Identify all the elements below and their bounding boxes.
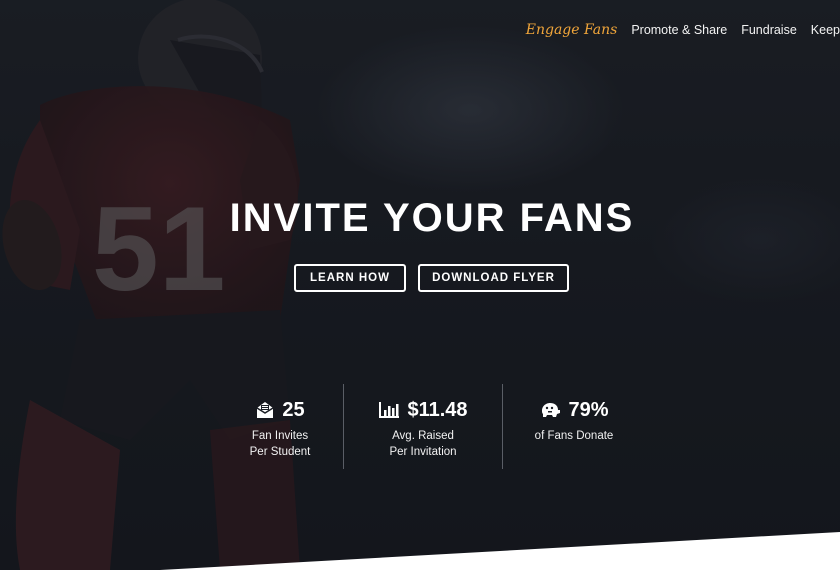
hero-section: 51 Engage Fans Promote & Share Fundraise… (0, 0, 840, 570)
section-divider-shape (160, 532, 840, 570)
